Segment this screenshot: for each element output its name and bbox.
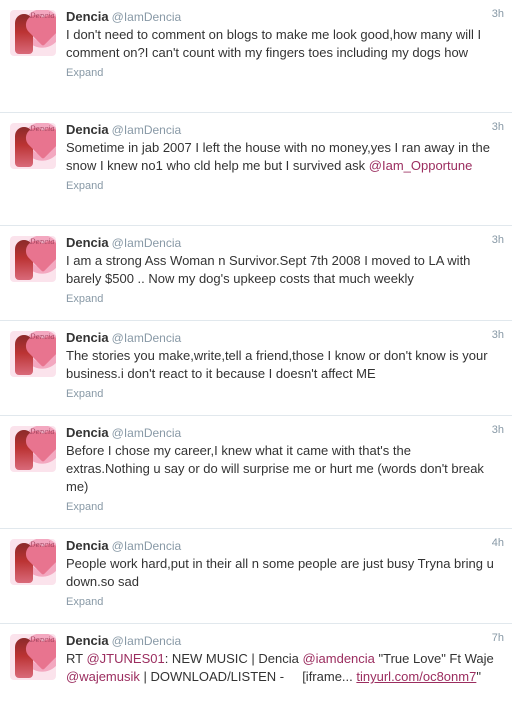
timestamp[interactable]: 3h [492,8,504,20]
tweet-text-body: | DOWNLOAD/LISTEN - [iframe... [143,669,353,684]
tweet[interactable]: Dencia Dencia @IamDencia 4h People work h… [0,529,512,624]
tweet-timeline: Dencia Dencia @IamDencia 3h I don't need … [0,0,512,702]
mention-link[interactable]: @wajemusik [66,669,140,684]
expand-link[interactable]: Expand [66,62,500,87]
timestamp[interactable]: 3h [492,234,504,246]
tweet-header: Dencia @IamDencia [66,8,500,26]
user-handle[interactable]: @IamDencia [112,539,182,553]
avatar[interactable]: Dencia [10,123,56,169]
expand-link[interactable]: Expand [66,591,500,616]
user-handle[interactable]: @IamDencia [112,331,182,345]
avatar[interactable]: Dencia [10,10,56,56]
user-handle[interactable]: @IamDencia [112,236,182,250]
avatar[interactable]: Dencia [10,236,56,282]
tweet-text: Sometime in jab 2007 I left the house wi… [66,139,500,175]
expand-link[interactable]: Expand [66,383,500,408]
avatar[interactable]: Dencia [10,539,56,585]
timestamp[interactable]: 7h [492,632,504,644]
tweet-header: Dencia @IamDencia [66,329,500,347]
avatar[interactable]: Dencia [10,634,56,680]
expand-link[interactable]: Expand [66,496,500,521]
tweet-header: Dencia @IamDencia [66,234,500,252]
user-handle[interactable]: @IamDencia [112,426,182,440]
tweet-text-body: "True Love" Ft Waje [378,651,494,666]
tweet-text-body: : NEW MUSIC | Dencia [164,651,299,666]
mention-link[interactable]: @JTUNES01 [86,651,164,666]
user-name[interactable]: Dencia [66,633,109,648]
timestamp[interactable]: 4h [492,537,504,549]
tweet[interactable]: Dencia Dencia @IamDencia 3h The stories y… [0,321,512,416]
timestamp[interactable]: 3h [492,121,504,133]
tweet-text: I don't need to comment on blogs to make… [66,27,482,60]
expand-link[interactable]: Expand [66,288,500,313]
user-name[interactable]: Dencia [66,122,109,137]
tweet-text: The stories you make,write,tell a friend… [66,348,488,381]
user-handle[interactable]: @IamDencia [112,634,182,648]
url-link[interactable]: tinyurl.com/oc8onm7 [356,669,476,684]
tweet[interactable]: Dencia Dencia @IamDencia 3h I don't need … [0,0,512,113]
retweet-prefix: RT [66,651,83,666]
tweet-header: Dencia @IamDencia [66,121,500,139]
user-handle[interactable]: @IamDencia [112,123,182,137]
tweet[interactable]: Dencia Dencia @IamDencia 3h Before I chos… [0,416,512,529]
tweet-header: Dencia @IamDencia [66,537,500,555]
tweet-header: Dencia @IamDencia [66,632,500,650]
user-name[interactable]: Dencia [66,330,109,345]
tweet-text: Before I chose my career,I knew what it … [66,443,484,494]
user-name[interactable]: Dencia [66,425,109,440]
tweet[interactable]: Dencia Dencia @IamDencia 3h I am a strong… [0,226,512,321]
timestamp[interactable]: 3h [492,424,504,436]
expand-link[interactable]: Expand [66,175,500,200]
tweet[interactable]: Dencia Dencia @IamDencia 7h RT @JTUNES01:… [0,624,512,702]
user-name[interactable]: Dencia [66,9,109,24]
tweet[interactable]: Dencia Dencia @IamDencia 3h Sometime in j… [0,113,512,226]
tweet-header: Dencia @IamDencia [66,424,500,442]
avatar[interactable]: Dencia [10,426,56,472]
tweet-text: RT @JTUNES01: NEW MUSIC | Dencia @iamden… [66,650,500,686]
mention-link[interactable]: @iamdencia [302,651,374,666]
user-name[interactable]: Dencia [66,235,109,250]
user-name[interactable]: Dencia [66,538,109,553]
mention-link[interactable]: @Iam_Opportune [369,158,473,173]
timestamp[interactable]: 3h [492,329,504,341]
tweet-text: People work hard,put in their all n some… [66,556,494,589]
tweet-text-body: " [476,669,481,684]
tweet-text: I am a strong Ass Woman n Survivor.Sept … [66,253,471,286]
user-handle[interactable]: @IamDencia [112,10,182,24]
avatar[interactable]: Dencia [10,331,56,377]
